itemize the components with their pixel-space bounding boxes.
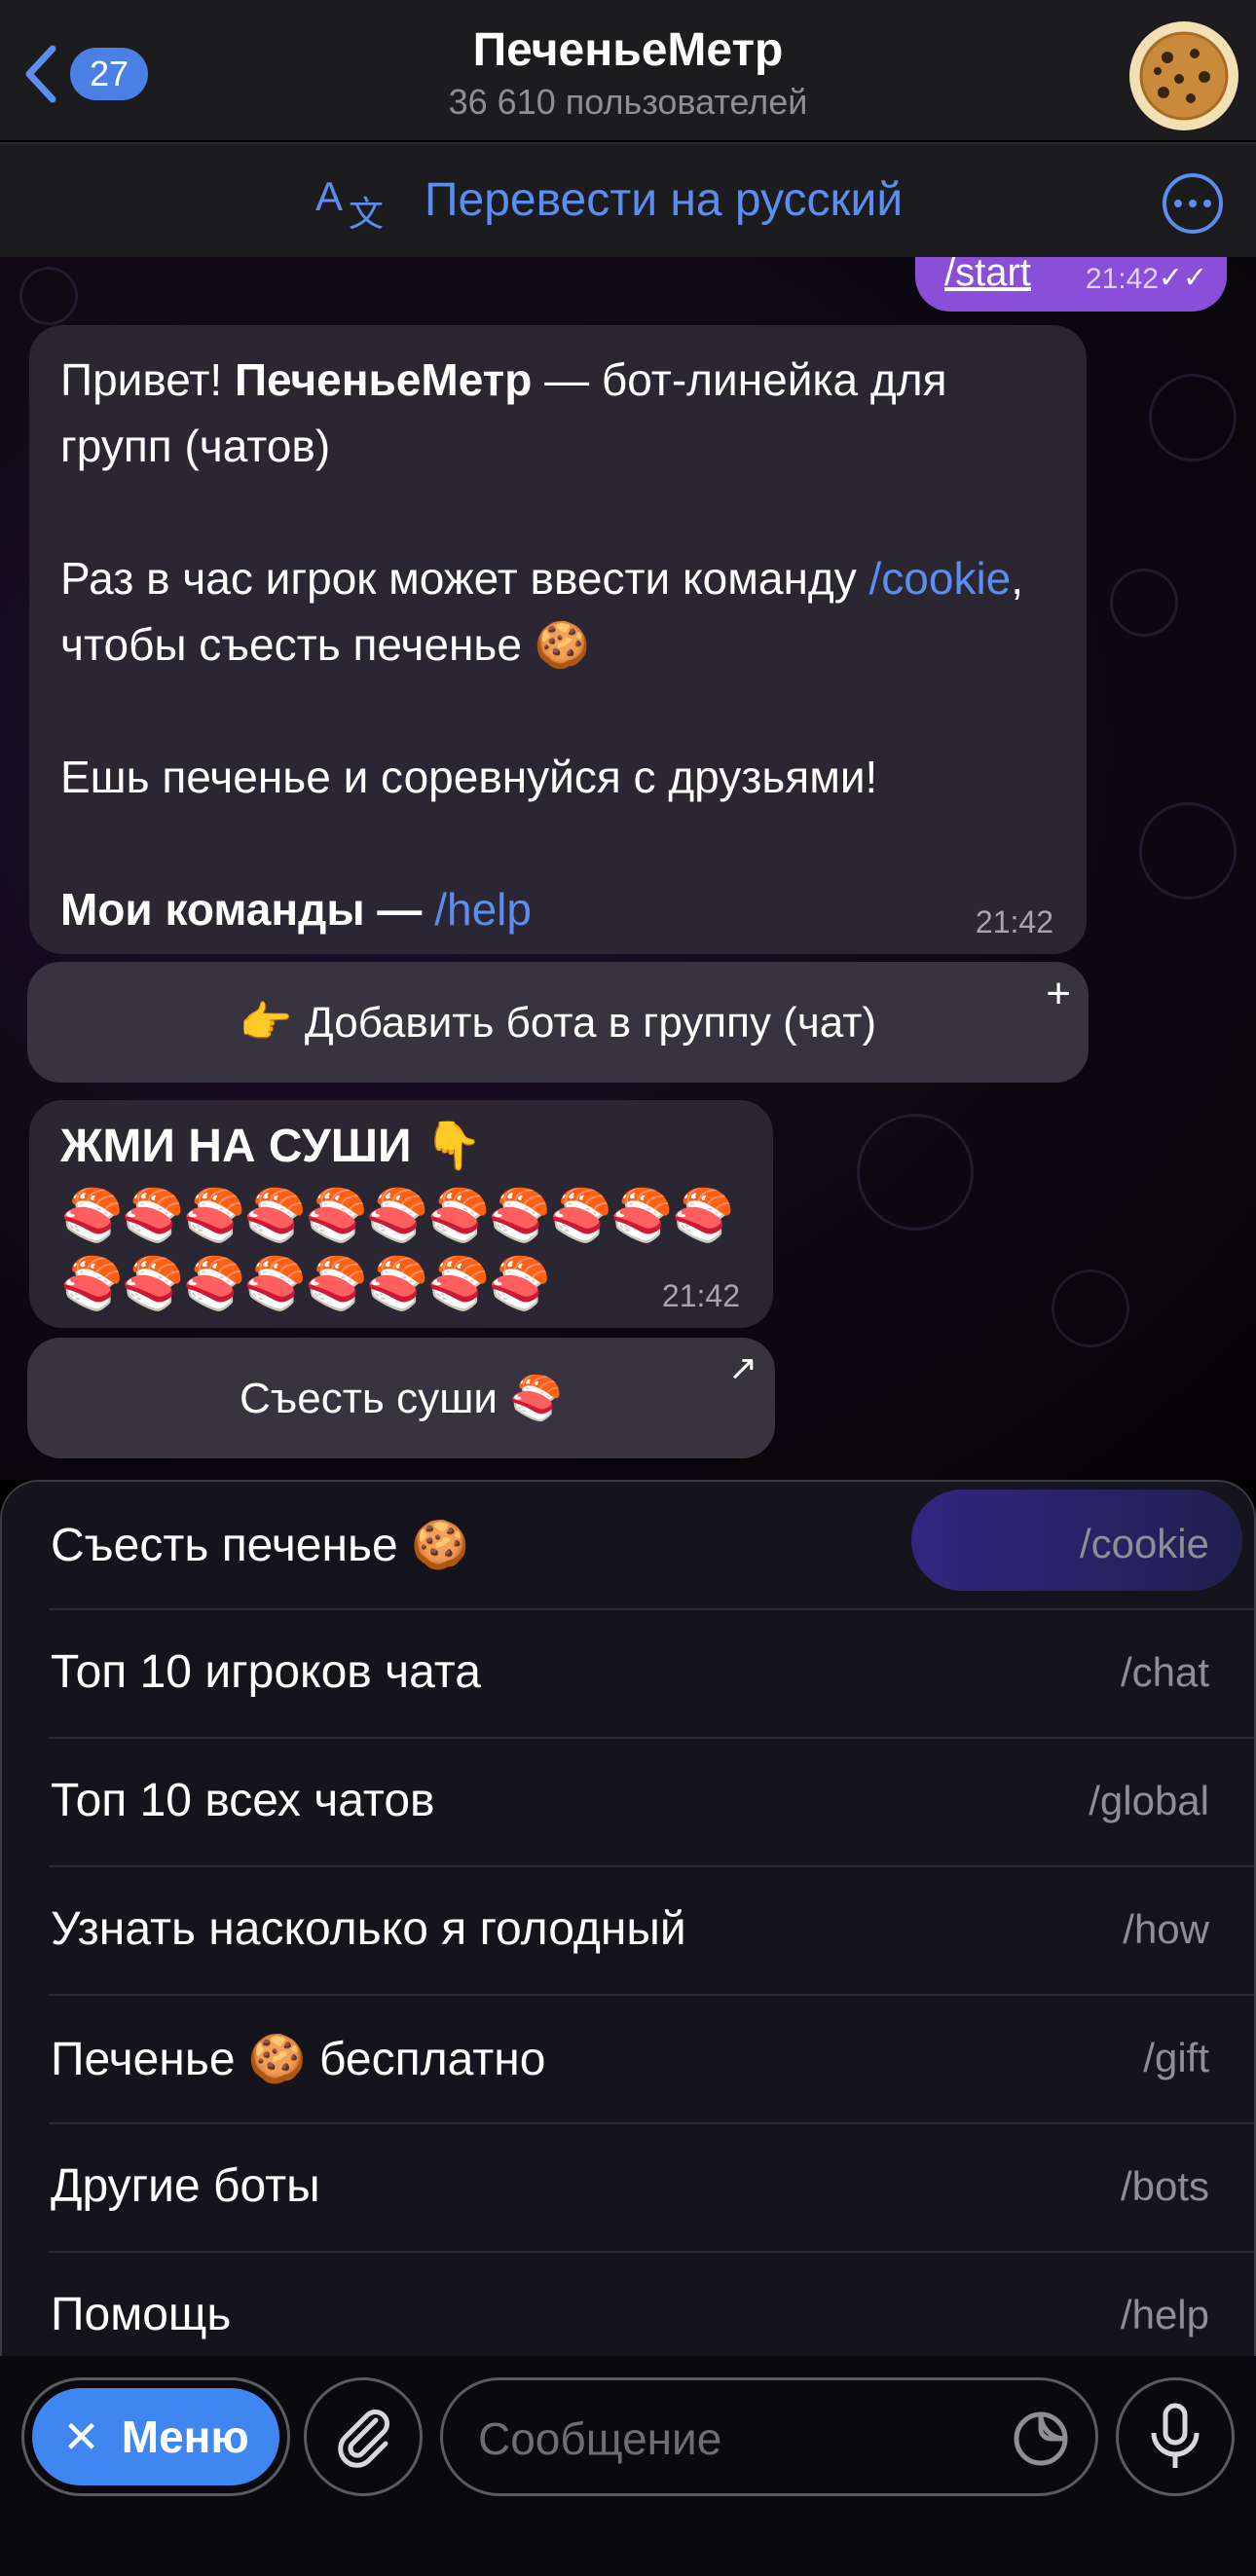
double-check-icon: ✓✓: [1158, 262, 1207, 294]
command-slash: /how: [1123, 1906, 1209, 1952]
translate-icon: A 文: [315, 173, 384, 235]
sushi-emoji-row: 🍣🍣🍣🍣🍣🍣🍣🍣🍣🍣🍣🍣🍣🍣🍣🍣🍣🍣🍣: [60, 1188, 734, 1312]
text-span: Привет!: [60, 354, 235, 405]
translate-label[interactable]: Перевести на русский: [425, 173, 903, 227]
add-bot-to-group-button[interactable]: 👉 Добавить бота в группу (чат) +: [27, 962, 1089, 1083]
command-name: Другие боты: [51, 2160, 320, 2212]
help-command-link[interactable]: /help: [434, 884, 532, 935]
microphone-icon: [1151, 2403, 1200, 2468]
chat-area[interactable]: /start 21:42 ✓✓ Привет! ПеченьеМетр — бо…: [0, 257, 1256, 1480]
background-doodle: [1052, 1270, 1129, 1347]
command-item[interactable]: Другие боты /bots: [2, 2124, 1254, 2253]
dot-icon: [1174, 200, 1182, 207]
sticker-icon[interactable]: [1012, 2410, 1070, 2468]
svg-text:A: A: [315, 173, 343, 219]
chat-subtitle: 36 610 пользователей: [448, 82, 808, 122]
menu-button[interactable]: ✕ Меню: [32, 2388, 279, 2485]
command-slash: /bots: [1120, 2163, 1209, 2209]
arrow-up-right-icon: ↗: [727, 1347, 757, 1387]
command-name: Топ 10 игроков чата: [51, 1646, 481, 1698]
paperclip-icon: [338, 2410, 389, 2468]
command-name: Помощь: [51, 2289, 232, 2340]
bot-command-menu: Съесть печенье 🍪 /cookie Топ 10 игроков …: [0, 1480, 1256, 2381]
command-slash: /help: [1120, 2292, 1209, 2337]
command-item[interactable]: Печенье 🍪 бесплатно /gift: [2, 1996, 1254, 2124]
dot-icon: [1189, 200, 1197, 207]
button-label: 👉 Добавить бота в группу (чат): [239, 999, 877, 1047]
message-input[interactable]: [478, 2408, 1004, 2470]
command-slash: /cookie: [1079, 1521, 1209, 1566]
welcome-message-body: Привет! ПеченьеМетр — бот-линейка для гр…: [60, 347, 1048, 942]
background-doodle: [1110, 569, 1178, 637]
command-item[interactable]: Узнать насколько я голодный /how: [2, 1867, 1254, 1996]
background-doodle: [857, 1114, 974, 1231]
message-field[interactable]: [440, 2377, 1098, 2496]
command-slash: /global: [1089, 1778, 1209, 1823]
bot-name-bold: ПеченьеМетр: [234, 354, 533, 405]
button-label: Съесть суши 🍣: [240, 1375, 563, 1422]
cookie-icon: [1139, 31, 1229, 121]
eat-sushi-button[interactable]: Съесть суши 🍣 ↗: [27, 1338, 775, 1458]
command-item[interactable]: Съесть печенье 🍪 /cookie: [2, 1482, 1254, 1610]
attach-button[interactable]: [304, 2377, 423, 2496]
more-options-button[interactable]: [1163, 173, 1223, 234]
text-span: Раз в час игрок может ввести команду: [60, 553, 869, 604]
background-doodle: [1139, 802, 1237, 900]
sushi-heading: ЖМИ НА СУШИ 👇: [60, 1121, 483, 1172]
command-name: Печенье 🍪 бесплатно: [51, 2034, 546, 2085]
message-input-bar: ✕ Меню: [0, 2356, 1256, 2576]
sushi-message[interactable]: ЖМИ НА СУШИ 👇 🍣🍣🍣🍣🍣🍣🍣🍣🍣🍣🍣🍣🍣🍣🍣🍣🍣🍣🍣 21:42: [29, 1100, 773, 1328]
command-slash: /chat: [1120, 1649, 1209, 1695]
message-time: 21:42: [1085, 263, 1159, 295]
command-name: Узнать насколько я голодный: [51, 1903, 686, 1955]
welcome-message[interactable]: Привет! ПеченьеМетр — бот-линейка для гр…: [29, 325, 1087, 954]
bot-avatar[interactable]: [1129, 21, 1238, 130]
message-time: 21:42: [661, 1278, 740, 1313]
background-doodle: [19, 267, 78, 325]
command-name: Съесть печенье 🍪: [51, 1520, 469, 1571]
command-slash: /gift: [1143, 2035, 1209, 2080]
commands-label: Мои команды —: [60, 884, 435, 935]
menu-button-wrap: ✕ Меню: [21, 2377, 290, 2496]
dot-icon: [1203, 200, 1211, 207]
message-time: 21:42: [975, 904, 1053, 939]
voice-record-button[interactable]: [1116, 2377, 1235, 2496]
background-doodle: [1149, 374, 1237, 461]
translate-bar[interactable]: A 文 Перевести на русский: [0, 142, 1256, 257]
sent-message-text: /start: [944, 257, 1031, 294]
close-icon: ✕: [62, 2411, 100, 2462]
text-span: Ешь печенье и соревнуйся с друзьями!: [60, 752, 878, 802]
sent-message[interactable]: /start 21:42 ✓✓: [915, 257, 1227, 312]
chat-header: 27 ПеченьеМетр 36 610 пользователей: [0, 0, 1256, 140]
plus-icon: +: [1046, 970, 1071, 1017]
svg-text:文: 文: [349, 195, 384, 235]
command-name: Топ 10 всех чатов: [51, 1775, 435, 1826]
menu-label: Меню: [121, 2411, 249, 2462]
command-item[interactable]: Топ 10 всех чатов /global: [2, 1739, 1254, 1867]
chat-title[interactable]: ПеченьеМетр: [0, 23, 1256, 77]
cookie-command-link[interactable]: /cookie: [869, 553, 1012, 604]
command-item[interactable]: Топ 10 игроков чата /chat: [2, 1610, 1254, 1739]
